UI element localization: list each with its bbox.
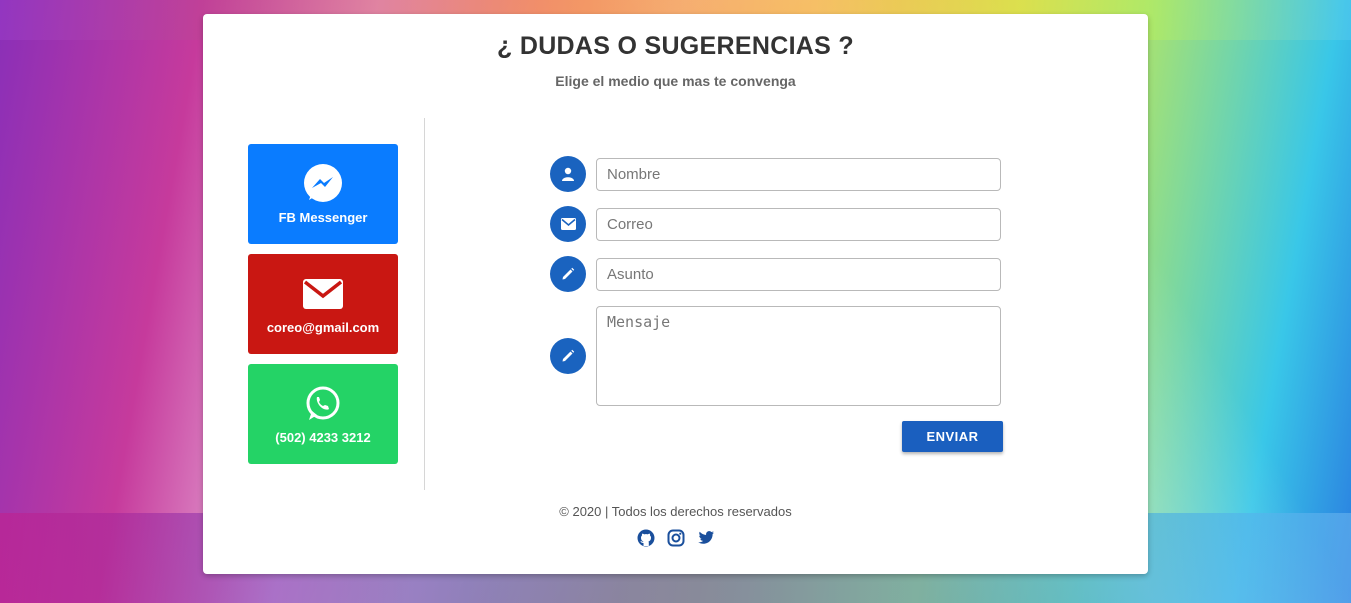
page-title: ¿ DUDAS O SUGERENCIAS ? xyxy=(497,32,854,60)
name-input[interactable] xyxy=(596,157,1001,191)
footer-copyright: © 2020 | Todos los derechos reservados xyxy=(559,504,792,519)
contact-card: ¿ DUDAS O SUGERENCIAS ? Elige el medio q… xyxy=(203,14,1148,574)
user-icon xyxy=(550,156,586,192)
whatsapp-icon xyxy=(304,384,342,424)
pencil-icon xyxy=(550,338,586,374)
message-textarea[interactable] xyxy=(596,306,1001,406)
envelope-icon xyxy=(302,274,344,314)
message-row xyxy=(550,306,1001,406)
github-icon[interactable] xyxy=(637,529,655,547)
email-input[interactable] xyxy=(596,207,1001,241)
whatsapp-button[interactable]: (502) 4233 3212 xyxy=(248,364,398,464)
fb-messenger-label: FB Messenger xyxy=(278,209,368,225)
email-row xyxy=(550,206,1001,242)
social-links xyxy=(203,529,1148,547)
send-button[interactable]: ENVIAR xyxy=(902,421,1003,452)
twitter-icon[interactable] xyxy=(697,529,715,547)
name-row xyxy=(550,156,1001,192)
email-label: coreo@gmail.com xyxy=(266,319,380,335)
subject-row xyxy=(550,256,1001,292)
email-button[interactable]: coreo@gmail.com xyxy=(248,254,398,354)
page-subtitle: Elige el medio que mas te convenga xyxy=(555,73,796,89)
whatsapp-label: (502) 4233 3212 xyxy=(275,429,371,445)
vertical-divider xyxy=(424,118,425,490)
envelope-icon xyxy=(550,206,586,242)
pencil-icon xyxy=(550,256,586,292)
messenger-icon xyxy=(303,163,343,204)
instagram-icon[interactable] xyxy=(667,529,685,547)
subject-input[interactable] xyxy=(596,257,1001,291)
fb-messenger-button[interactable]: FB Messenger xyxy=(248,144,398,244)
